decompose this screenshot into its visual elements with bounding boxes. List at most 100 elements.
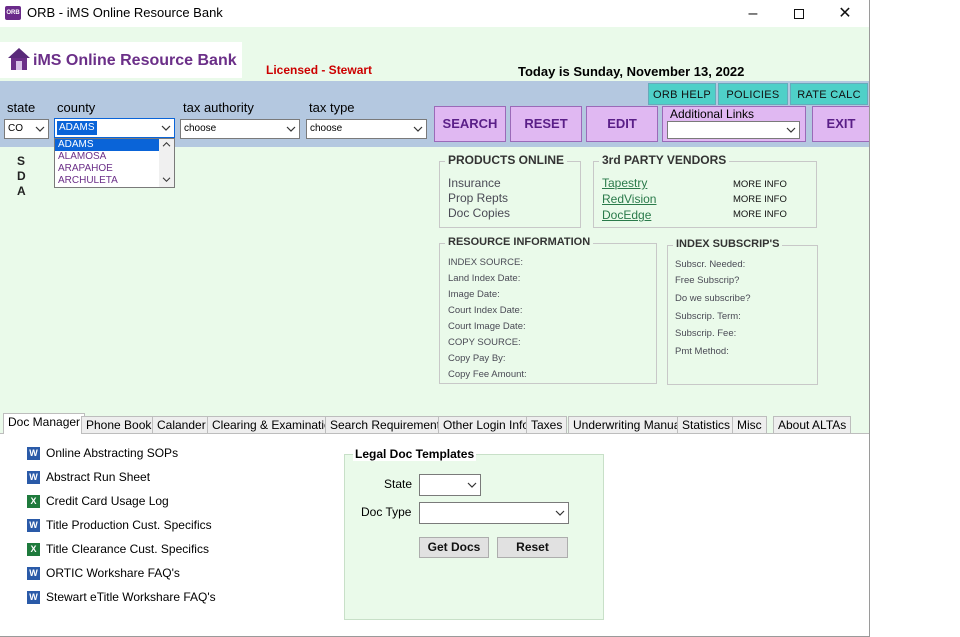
vendor-link-docedge[interactable]: DocEdge xyxy=(602,208,651,222)
tab-about-altas[interactable]: About ALTAs xyxy=(773,416,852,434)
tab-misc[interactable]: Misc xyxy=(732,416,767,434)
legal-doc-type-label: Doc Type xyxy=(361,505,412,519)
chevron-down-icon xyxy=(786,127,796,133)
chevron-down-icon[interactable] xyxy=(162,176,171,183)
reset-button[interactable]: RESET xyxy=(510,106,582,142)
get-docs-button[interactable]: Get Docs xyxy=(419,537,489,558)
tab-doc-manager[interactable]: Doc Manager xyxy=(3,413,86,434)
tax-type-select[interactable]: choose xyxy=(306,119,427,139)
vendor-link-redvision[interactable]: RedVision xyxy=(602,192,656,206)
legal-reset-button[interactable]: Reset xyxy=(497,537,568,558)
word-doc-icon: W xyxy=(27,447,40,460)
doc-label: ORTIC Workshare FAQ's xyxy=(46,566,180,580)
app-window: ORB ORB - iMS Online Resource Bank – ✕ i… xyxy=(0,0,870,637)
subscrip-field: Do we subscribe? xyxy=(675,293,751,304)
product-item[interactable]: Doc Copies xyxy=(448,206,510,220)
more-info-link[interactable]: MORE INFO xyxy=(733,194,787,205)
minimize-button[interactable]: – xyxy=(730,0,776,27)
additional-links-select[interactable] xyxy=(667,121,800,139)
subscrip-field: Pmt Method: xyxy=(675,346,729,357)
chevron-down-icon xyxy=(555,510,565,516)
county-option[interactable]: ARAPAHOE xyxy=(55,163,174,175)
state-select[interactable]: CO xyxy=(4,119,49,139)
vendor-link-tapestry[interactable]: Tapestry xyxy=(602,176,647,190)
window-title: ORB - iMS Online Resource Bank xyxy=(27,5,223,20)
dropdown-scrollbar[interactable] xyxy=(159,139,174,187)
chevron-down-icon xyxy=(467,482,477,488)
license-label: Licensed - Stewart xyxy=(266,63,373,77)
side-letter: D xyxy=(17,169,26,183)
word-doc-icon: W xyxy=(27,519,40,532)
resource-info-title: RESOURCE INFORMATION xyxy=(445,236,594,248)
resource-field: INDEX SOURCE: xyxy=(448,257,523,268)
exit-button[interactable]: EXIT xyxy=(812,106,869,142)
chevron-down-icon xyxy=(35,126,45,132)
subscrip-field: Free Subscrip? xyxy=(675,275,740,286)
chevron-up-icon[interactable] xyxy=(162,141,171,148)
county-value: ADAMS xyxy=(57,121,97,135)
state-value: CO xyxy=(8,123,23,134)
index-subscrip-title: INDEX SUBSCRIP'S xyxy=(673,238,783,250)
additional-links-panel: Additional Links xyxy=(662,106,806,142)
legal-doc-templates-group: Legal Doc Templates State Doc Type Get D… xyxy=(344,447,604,620)
state-label: state xyxy=(7,100,36,115)
more-info-link[interactable]: MORE INFO xyxy=(733,179,787,190)
tab-clearing-examination[interactable]: Clearing & Examination xyxy=(207,416,343,434)
chevron-down-icon xyxy=(161,125,171,131)
tab-underwriting-manual[interactable]: Underwriting Manual xyxy=(568,416,689,434)
legal-templates-title: Legal Doc Templates xyxy=(353,447,477,461)
policies-button[interactable]: POLICIES xyxy=(718,83,788,105)
chevron-down-icon xyxy=(286,126,296,132)
close-icon: ✕ xyxy=(838,5,852,22)
resource-field: COPY SOURCE: xyxy=(448,337,521,348)
product-item[interactable]: Prop Repts xyxy=(448,191,508,205)
legal-state-label: State xyxy=(384,477,413,491)
side-letter: A xyxy=(17,184,26,198)
tab-statistics[interactable]: Statistics xyxy=(677,416,736,434)
tab-other-login-info[interactable]: Other Login Info xyxy=(438,416,535,434)
logo-text: iMS Online Resource Bank xyxy=(33,52,237,69)
subscrip-field: Subscr. Needed: xyxy=(675,259,746,270)
tab-search-requirements[interactable]: Search Requirements xyxy=(325,416,452,434)
resource-field: Court Image Date: xyxy=(448,321,526,332)
resource-field: Copy Pay By: xyxy=(448,353,506,364)
side-letter: S xyxy=(17,154,26,168)
tab-taxes[interactable]: Taxes xyxy=(526,416,568,434)
minimize-icon: – xyxy=(748,5,758,22)
doc-label: Credit Card Usage Log xyxy=(46,494,169,508)
orb-help-button[interactable]: ORB HELP xyxy=(648,83,716,105)
resource-field: Copy Fee Amount: xyxy=(448,369,527,380)
maximize-button[interactable] xyxy=(776,0,822,27)
subscrip-field: Subscrip. Term: xyxy=(675,311,741,322)
logo-banner: iMS Online Resource Bank xyxy=(0,42,242,78)
legal-state-select[interactable] xyxy=(419,474,481,496)
doc-label: Title Clearance Cust. Specifics xyxy=(46,542,209,556)
county-option[interactable]: ALAMOSA xyxy=(55,151,174,163)
legal-doc-type-select[interactable] xyxy=(419,502,569,524)
word-doc-icon: W xyxy=(27,471,40,484)
county-select[interactable]: ADAMS xyxy=(54,118,175,138)
title-bar: ORB ORB - iMS Online Resource Bank – ✕ xyxy=(0,0,869,27)
doc-label: Abstract Run Sheet xyxy=(46,470,151,484)
more-info-link[interactable]: MORE INFO xyxy=(733,209,787,220)
doc-label: Title Production Cust. Specifics xyxy=(46,518,212,532)
close-button[interactable]: ✕ xyxy=(822,0,868,27)
edit-button[interactable]: EDIT xyxy=(586,106,658,142)
search-button[interactable]: SEARCH xyxy=(434,106,506,142)
tab-phone-book[interactable]: Phone Book xyxy=(81,416,157,434)
resource-field: Image Date: xyxy=(448,289,500,300)
county-label: county xyxy=(57,100,96,115)
tax-authority-value: choose xyxy=(184,123,217,134)
app-icon: ORB xyxy=(5,6,21,20)
county-dropdown-list[interactable]: ADAMS ALAMOSA ARAPAHOE ARCHULETA xyxy=(54,138,175,188)
additional-links-label: Additional Links xyxy=(670,107,755,121)
rate-calc-button[interactable]: RATE CALC xyxy=(790,83,868,105)
tab-calander[interactable]: Calander xyxy=(152,416,211,434)
excel-doc-icon: X xyxy=(27,543,40,556)
today-date: Today is Sunday, November 13, 2022 xyxy=(518,64,745,79)
county-option[interactable]: ARCHULETA xyxy=(55,175,174,187)
products-online-title: PRODUCTS ONLINE xyxy=(445,153,568,167)
tax-authority-select[interactable]: choose xyxy=(180,119,300,139)
county-option[interactable]: ADAMS xyxy=(55,139,174,151)
product-item[interactable]: Insurance xyxy=(448,176,501,190)
